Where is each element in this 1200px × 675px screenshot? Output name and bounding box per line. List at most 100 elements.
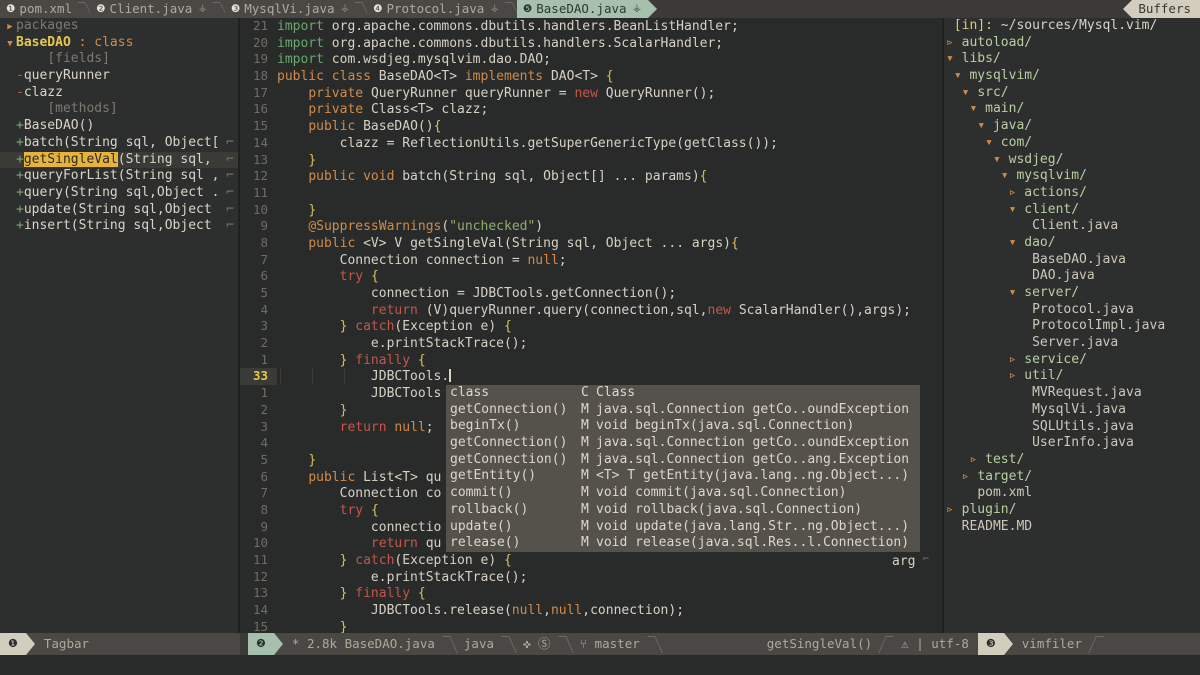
tree-item[interactable]: MysqlVi.java (944, 402, 1200, 419)
code-line[interactable]: 18public class BaseDAO<T> implements DAO… (240, 68, 940, 85)
tagbar-item[interactable]: ▶packages (0, 18, 238, 35)
code-line[interactable]: 33 JDBCTools. (240, 368, 940, 385)
tree-item[interactable]: ▹ plugin/ (944, 502, 1200, 519)
code-line[interactable]: 15 } (240, 619, 940, 633)
tree-fold-closed-icon[interactable]: ▹ (946, 35, 954, 50)
tab-basedao-java[interactable]: ❺BaseDAO.java⚶ (517, 0, 648, 18)
tab-mysqlvi-java[interactable]: ❸MysqlVi.java⚶ (225, 0, 356, 18)
tree-fold-closed-icon[interactable]: ▹ (1009, 185, 1017, 200)
tab-protocol-java[interactable]: ❹Protocol.java⚶ (367, 0, 506, 18)
autocomplete-item[interactable]: getConnection()Mjava.sql.Connection getC… (446, 452, 920, 469)
tree-fold-open-icon[interactable]: ▾ (954, 68, 962, 83)
code-line[interactable]: 17 private QueryRunner queryRunner = new… (240, 85, 940, 102)
autocomplete-item[interactable]: getEntity()M<T> T getEntity(java.lang..n… (446, 468, 920, 485)
code-line[interactable]: 19import com.wsdjeg.mysqlvim.dao.DAO; (240, 51, 940, 68)
tree-item[interactable]: ▹ service/ (944, 352, 1200, 369)
autocomplete-item[interactable]: update()Mvoid update(java.lang.Str..ng.O… (446, 519, 920, 536)
tree-fold-open-icon[interactable]: ▾ (1009, 285, 1017, 300)
tree-item[interactable]: ▾ com/ (944, 135, 1200, 152)
code-line[interactable]: 12 public void batch(String sql, Object[… (240, 168, 940, 185)
tree-item[interactable]: ▾ mysqlvim/ (944, 168, 1200, 185)
code-line[interactable]: 6 try { (240, 268, 940, 285)
tagbar-item[interactable]: -clazz (0, 85, 238, 102)
tree-fold-open-icon[interactable]: ▾ (993, 152, 1001, 167)
autocomplete-popup[interactable]: classCClass getConnection()Mjava.sql.Conn… (446, 385, 920, 552)
tagbar-item[interactable]: ▼BaseDAO : class (0, 35, 238, 52)
code-line[interactable]: 13 } finally { (240, 585, 940, 602)
tagbar-item[interactable]: +query(String sql,Object .⌐ (0, 185, 238, 202)
code-line[interactable]: 15 public BaseDAO(){ (240, 118, 940, 135)
code-line[interactable]: 11 (240, 185, 940, 202)
tree-item[interactable]: ▾ wsdjeg/ (944, 152, 1200, 169)
tree-fold-open-icon[interactable]: ▾ (1009, 235, 1017, 250)
code-line[interactable]: 4 return (V)queryRunner.query(connection… (240, 302, 940, 319)
tree-item[interactable]: Server.java (944, 335, 1200, 352)
tree-fold-closed-icon[interactable]: ▹ (946, 502, 954, 517)
tree-fold-open-icon[interactable]: ▾ (1001, 168, 1009, 183)
tagbar-item[interactable]: +batch(String sql, Object[⌐ (0, 135, 238, 152)
tree-item[interactable]: ▾ src/ (944, 85, 1200, 102)
autocomplete-item[interactable]: beginTx()Mvoid beginTx(java.sql.Connecti… (446, 418, 920, 435)
tree-item[interactable]: ProtocolImpl.java (944, 318, 1200, 335)
tagbar-pane[interactable]: ▶packages▼BaseDAO : class [fields] -quer… (0, 18, 238, 633)
code-line[interactable]: 14 JDBCTools.release(null,null,connectio… (240, 602, 940, 619)
tagbar-fold-icon[interactable] (4, 218, 16, 235)
code-line[interactable]: 10 } (240, 202, 940, 219)
tagbar-fold-icon[interactable] (4, 118, 16, 135)
tagbar-fold-icon[interactable] (4, 51, 16, 68)
tagbar-fold-icon[interactable] (4, 85, 16, 102)
code-line[interactable]: 9 @SuppressWarnings("unchecked") (240, 218, 940, 235)
tagbar-item[interactable]: +BaseDAO() (0, 118, 238, 135)
tree-item[interactable]: ▹ util/ (944, 368, 1200, 385)
code-line[interactable]: 8 public <V> V getSingleVal(String sql, … (240, 235, 940, 252)
tagbar-item[interactable]: +queryForList(String sql ,⌐ (0, 168, 238, 185)
tree-item[interactable]: SQLUtils.java (944, 419, 1200, 436)
tagbar-fold-icon[interactable] (4, 101, 16, 118)
tree-item[interactable]: MVRequest.java (944, 385, 1200, 402)
autocomplete-item[interactable]: getConnection()Mjava.sql.Connection getC… (446, 435, 920, 452)
tree-item[interactable]: DAO.java (944, 268, 1200, 285)
tagbar-fold-icon[interactable] (4, 168, 16, 185)
tree-item[interactable]: ▾ server/ (944, 285, 1200, 302)
code-line[interactable]: 12 e.printStackTrace(); (240, 569, 940, 586)
tree-item[interactable]: Client.java (944, 218, 1200, 235)
tree-item[interactable]: ▹ autoload/ (944, 35, 1200, 52)
tree-fold-open-icon[interactable]: ▾ (985, 135, 993, 150)
tagbar-item[interactable]: +getSingleVal(String sql, ⌐ (0, 152, 238, 169)
tree-fold-open-icon[interactable]: ▾ (946, 51, 954, 66)
tree-item[interactable]: ▾ main/ (944, 101, 1200, 118)
file-explorer-pane[interactable]: [in]: ~/sources/Mysql.vim/▹ autoload/▾ l… (944, 18, 1200, 633)
tagbar-item[interactable]: -queryRunner (0, 68, 238, 85)
code-line[interactable]: 1 } finally { (240, 352, 940, 369)
autocomplete-item[interactable]: commit()Mvoid commit(java.sql.Connection… (446, 485, 920, 502)
code-line[interactable]: 5 connection = JDBCTools.getConnection()… (240, 285, 940, 302)
tree-fold-open-icon[interactable]: ▾ (1009, 202, 1017, 217)
code-line[interactable]: 13 } (240, 152, 940, 169)
tree-fold-open-icon[interactable]: ▾ (977, 118, 985, 133)
tagbar-fold-icon[interactable]: ▶ (4, 18, 16, 36)
tagbar-item[interactable]: [fields] (0, 51, 238, 68)
code-line[interactable]: 11 } catch(Exception e) { (240, 552, 940, 569)
tree-item[interactable]: ▹ target/ (944, 469, 1200, 486)
tree-fold-closed-icon[interactable]: ▹ (969, 452, 977, 467)
tab-pom-xml[interactable]: ❶pom.xml (0, 0, 79, 18)
tree-item[interactable]: ▾ libs/ (944, 51, 1200, 68)
tree-fold-open-icon[interactable]: ▾ (969, 101, 977, 116)
autocomplete-item[interactable]: rollback()Mvoid rollback(java.sql.Connec… (446, 502, 920, 519)
tree-fold-closed-icon[interactable]: ▹ (1009, 352, 1017, 367)
tagbar-item[interactable]: +insert(String sql,Object ⌐ (0, 218, 238, 235)
autocomplete-item[interactable]: classCClass (446, 385, 920, 402)
tagbar-fold-icon[interactable] (4, 68, 16, 85)
tagbar-item[interactable]: [methods] (0, 101, 238, 118)
tree-fold-open-icon[interactable]: ▾ (962, 85, 970, 100)
tree-item[interactable]: ▹ actions/ (944, 185, 1200, 202)
tagbar-fold-icon[interactable] (4, 152, 16, 169)
tree-item[interactable]: ▹ test/ (944, 452, 1200, 469)
tree-item[interactable]: BaseDAO.java (944, 252, 1200, 269)
tree-item[interactable]: Protocol.java (944, 302, 1200, 319)
tagbar-fold-icon[interactable] (4, 185, 16, 202)
tree-item[interactable]: ▾ dao/ (944, 235, 1200, 252)
code-line[interactable]: 2 e.printStackTrace(); (240, 335, 940, 352)
code-line[interactable]: 7 Connection connection = null; (240, 252, 940, 269)
code-line[interactable]: 20import org.apache.commons.dbutils.hand… (240, 35, 940, 52)
